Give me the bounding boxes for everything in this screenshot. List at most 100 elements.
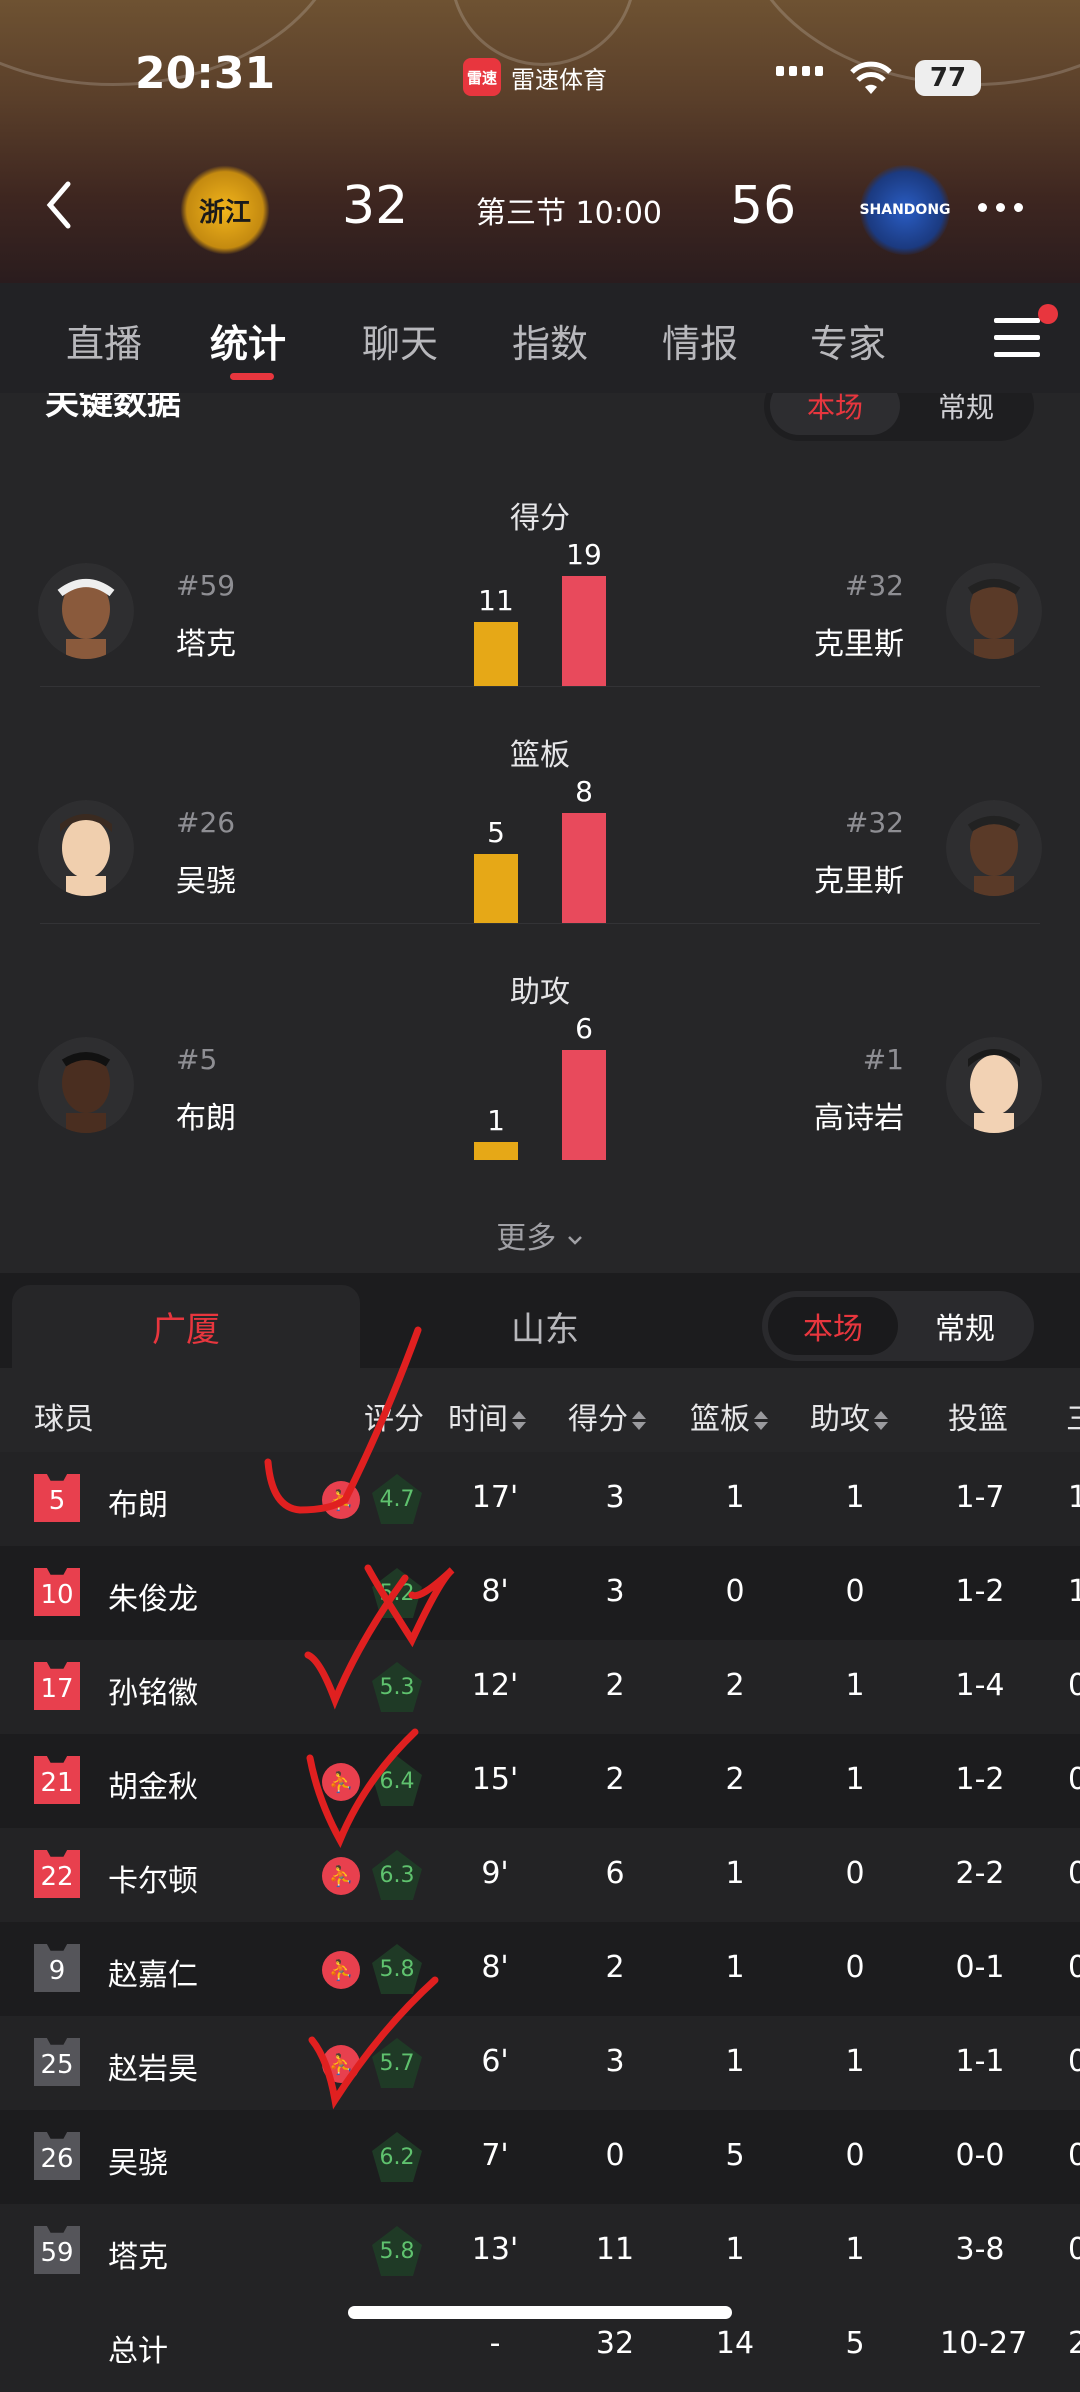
- player-name[interactable]: 布朗: [176, 1093, 236, 1137]
- rebounds: 2: [725, 1762, 745, 1797]
- jersey-number-icon: 25: [34, 2038, 80, 2086]
- header-assists[interactable]: 助攻: [810, 1394, 888, 1438]
- minutes: 6': [481, 2044, 509, 2079]
- table-row[interactable]: 22 卡尔顿 ⛹ 6.3 9' 6 1 0 2-2 0: [0, 1828, 1080, 1922]
- back-arrow-icon[interactable]: [44, 180, 74, 230]
- field-goals: 1-2: [955, 1762, 1005, 1797]
- table-row[interactable]: 25 赵岩昊 ⛹ 5.7 6' 3 1 1 1-1 0: [0, 2016, 1080, 2110]
- player-name[interactable]: 赵岩昊: [108, 2044, 198, 2088]
- team-tab-home[interactable]: 广厦: [12, 1285, 360, 1368]
- player-avatar[interactable]: [38, 800, 134, 896]
- field-goals: 2-2: [955, 1856, 1005, 1891]
- key-stats-panel: 关键数据 本场 常规 得分 #59 塔克 11 19 #32 克里斯 篮板 #2…: [0, 393, 1080, 1273]
- jersey-number-icon: 21: [34, 1756, 80, 1804]
- team-tab-away[interactable]: 山东: [400, 1285, 690, 1368]
- player-name[interactable]: 朱俊龙: [108, 1574, 198, 1618]
- more-options-icon[interactable]: [978, 203, 1023, 212]
- player-name[interactable]: 克里斯: [814, 856, 904, 900]
- minutes: 8': [481, 1574, 509, 1609]
- player-name[interactable]: 布朗: [108, 1480, 168, 1524]
- tab-chat[interactable]: 聊天: [362, 313, 438, 368]
- tab-odds[interactable]: 指数: [512, 313, 588, 368]
- header-fg: 投篮: [948, 1402, 1008, 1437]
- minutes: 9': [481, 1856, 509, 1891]
- match-header: 20:31 雷速 雷速体育 77 浙江 32 第三节 10:00 56 SHAN…: [0, 0, 1080, 283]
- stat-label: 篮板: [510, 738, 570, 773]
- three-pointers: 0: [1068, 2232, 1080, 2267]
- total-assists: 5: [845, 2326, 865, 2361]
- more-stats-link[interactable]: 更多: [0, 1213, 1080, 1257]
- player-name[interactable]: 孙铭徽: [108, 1668, 198, 1712]
- total-time: -: [489, 2326, 501, 2361]
- minutes: 17': [471, 1480, 519, 1515]
- player-avatar[interactable]: [38, 563, 134, 659]
- table-row[interactable]: 5 布朗 ⛹ 4.7 17' 3 1 1 1-7 1: [0, 1452, 1080, 1546]
- player-rating: 5.7: [372, 2038, 422, 2088]
- player-name[interactable]: 卡尔顿: [108, 1856, 198, 1900]
- sort-icon: [632, 1411, 646, 1430]
- player-name[interactable]: 胡金秋: [108, 1762, 198, 1806]
- assists: 1: [845, 2232, 865, 2267]
- player-rating: 5.2: [372, 1568, 422, 1618]
- jersey-number-icon: 59: [34, 2226, 80, 2274]
- table-row[interactable]: 26 吴骁 6.2 7' 0 5 0 0-0 0: [0, 2110, 1080, 2204]
- table-row[interactable]: 21 胡金秋 ⛹ 6.4 15' 2 2 1 1-2 0: [0, 1734, 1080, 1828]
- away-team-logo[interactable]: SHANDONG: [859, 165, 951, 255]
- points: 2: [605, 1950, 625, 1985]
- wifi-icon: [850, 61, 892, 94]
- player-name[interactable]: 塔克: [176, 619, 236, 663]
- header-points[interactable]: 得分: [568, 1394, 646, 1438]
- player-name[interactable]: 克里斯: [814, 619, 904, 663]
- points: 3: [605, 1480, 625, 1515]
- player-name[interactable]: 高诗岩: [814, 1093, 904, 1137]
- player-avatar[interactable]: [946, 1037, 1042, 1133]
- player-avatar[interactable]: [946, 563, 1042, 659]
- home-indicator[interactable]: [348, 2306, 732, 2319]
- cellular-signal-icon: [776, 66, 823, 76]
- jersey-number-icon: 26: [34, 2132, 80, 2180]
- player-name[interactable]: 吴骁: [108, 2138, 168, 2182]
- tab-experts[interactable]: 专家: [810, 313, 886, 368]
- away-bar-value: 6: [575, 1012, 593, 1045]
- toggle-this-game[interactable]: 本场: [770, 393, 900, 435]
- basketball-icon: ⛹: [322, 2045, 360, 2083]
- home-bar-value: 11: [478, 584, 514, 617]
- sort-icon: [754, 1411, 768, 1430]
- tab-intel[interactable]: 情报: [662, 313, 738, 368]
- table-row[interactable]: 17 孙铭徽 5.3 12' 2 2 1 1-4 0: [0, 1640, 1080, 1734]
- table-header: 球员 评分 时间 得分 篮板 助攻 投篮 三: [0, 1368, 1080, 1452]
- app-indicator: 雷速 雷速体育: [463, 58, 607, 96]
- tab-live[interactable]: 直播: [66, 313, 142, 368]
- jersey-number-icon: 10: [34, 1568, 80, 1616]
- assists: 1: [845, 2044, 865, 2079]
- table-row[interactable]: 59 塔克 5.8 13' 11 1 1 3-8 0: [0, 2204, 1080, 2298]
- player-name[interactable]: 塔克: [108, 2232, 168, 2276]
- table-row[interactable]: 10 朱俊龙 5.2 8' 3 0 0 1-2 1: [0, 1546, 1080, 1640]
- player-avatar[interactable]: [946, 800, 1042, 896]
- sort-icon: [874, 1411, 888, 1430]
- toggle-this-game[interactable]: 本场: [768, 1297, 898, 1355]
- assists: 0: [845, 1574, 865, 1609]
- header-time-label: 时间: [448, 1402, 508, 1437]
- divider: [40, 686, 1040, 687]
- player-name[interactable]: 赵嘉仁: [108, 1950, 198, 1994]
- main-tabs: 直播 统计 聊天 指数 情报 专家: [0, 283, 1080, 394]
- header-time[interactable]: 时间: [448, 1394, 526, 1438]
- header-rebounds[interactable]: 篮板: [690, 1394, 768, 1438]
- total-3pt: 2: [1068, 2326, 1080, 2361]
- toggle-regular[interactable]: 常规: [904, 393, 1028, 435]
- menu-icon[interactable]: [994, 318, 1040, 358]
- table-row[interactable]: 9 赵嘉仁 ⛹ 5.8 8' 2 1 0 0-1 0: [0, 1922, 1080, 2016]
- field-goals: 0-1: [955, 1950, 1005, 1985]
- points: 6: [605, 1856, 625, 1891]
- player-avatar[interactable]: [38, 1037, 134, 1133]
- more-label: 更多: [496, 1221, 557, 1256]
- header-rating[interactable]: 评分: [364, 1394, 424, 1438]
- toggle-regular[interactable]: 常规: [902, 1297, 1028, 1355]
- jersey-number-icon: 17: [34, 1662, 80, 1710]
- tab-stats[interactable]: 统计: [210, 313, 286, 368]
- player-name[interactable]: 吴骁: [176, 856, 236, 900]
- minutes: 12': [471, 1668, 519, 1703]
- away-stat-bar: [562, 576, 606, 686]
- home-team-logo[interactable]: 浙江: [180, 165, 270, 255]
